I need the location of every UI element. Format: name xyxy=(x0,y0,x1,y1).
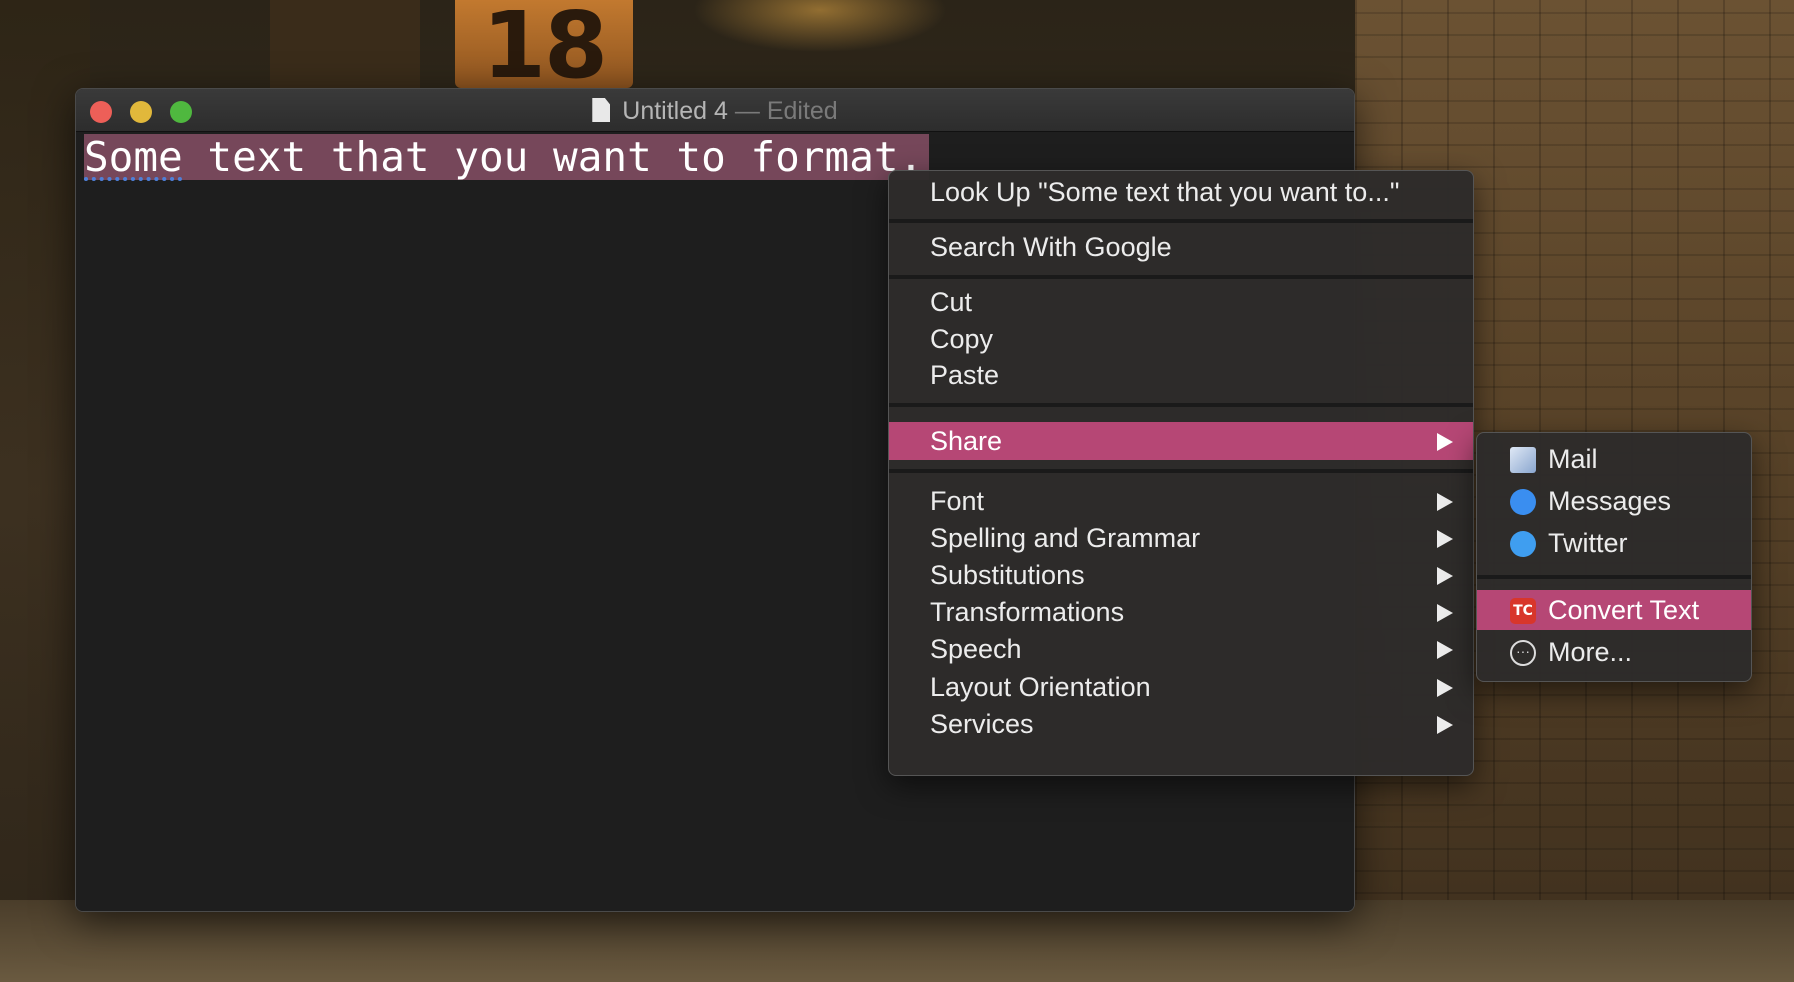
menu-item-speech[interactable]: Speech xyxy=(889,630,1473,668)
share-item-twitter-label: Twitter xyxy=(1548,528,1628,558)
menu-item-substitutions[interactable]: Substitutions xyxy=(889,556,1473,594)
text-rest[interactable]: text that you want to format. xyxy=(183,133,923,181)
messages-icon xyxy=(1510,489,1536,515)
context-menu: Look Up "Some text that you want to..." … xyxy=(888,170,1474,776)
menu-item-spelling-label: Spelling and Grammar xyxy=(930,523,1201,553)
background-sign xyxy=(270,0,420,88)
menu-separator xyxy=(889,403,1473,407)
text-convert-icon: TC xyxy=(1510,598,1536,624)
title-bar[interactable]: Untitled 4 — Edited xyxy=(76,89,1354,132)
background-banner: 18 xyxy=(455,0,633,99)
menu-item-paste[interactable]: Paste xyxy=(889,356,1473,394)
menu-separator xyxy=(889,219,1473,223)
twitter-icon xyxy=(1510,531,1536,557)
document-name: Untitled 4 xyxy=(622,97,728,125)
menu-item-layout-orientation[interactable]: Layout Orientation xyxy=(889,668,1473,706)
menu-item-substitutions-label: Substitutions xyxy=(930,560,1085,590)
menu-item-services[interactable]: Services xyxy=(889,705,1473,743)
selected-text[interactable]: Some text that you want to format. xyxy=(84,133,930,181)
menu-item-share-label: Share xyxy=(930,426,1003,456)
menu-item-font[interactable]: Font xyxy=(889,482,1473,520)
document-icon xyxy=(592,98,611,122)
misspelled-word[interactable]: Some xyxy=(84,133,183,181)
share-item-mail-label: Mail xyxy=(1548,444,1598,474)
menu-item-speech-label: Speech xyxy=(930,634,1022,664)
share-item-convert-label: Convert Text xyxy=(1548,595,1700,625)
share-item-convert-text[interactable]: TC Convert Text xyxy=(1477,590,1751,630)
background-banner-text: 18 xyxy=(481,0,608,99)
menu-item-spelling[interactable]: Spelling and Grammar xyxy=(889,519,1473,557)
submenu-arrow-icon xyxy=(1437,493,1453,511)
menu-item-cut[interactable]: Cut xyxy=(889,283,1473,321)
menu-item-search-google[interactable]: Search With Google xyxy=(889,228,1473,266)
share-item-twitter[interactable]: Twitter xyxy=(1477,523,1751,563)
menu-item-layout-label: Layout Orientation xyxy=(930,672,1151,702)
background-road xyxy=(0,900,1794,982)
share-item-more-label: More... xyxy=(1548,637,1633,667)
submenu-arrow-icon xyxy=(1437,604,1453,622)
menu-item-copy[interactable]: Copy xyxy=(889,320,1473,358)
menu-item-look-up[interactable]: Look Up "Some text that you want to..." xyxy=(889,173,1473,211)
title-separator: — xyxy=(734,97,760,125)
more-icon: ··· xyxy=(1510,640,1536,666)
submenu-arrow-icon xyxy=(1437,530,1453,548)
submenu-arrow-icon xyxy=(1437,433,1453,451)
menu-item-transformations-label: Transformations xyxy=(930,597,1125,627)
submenu-arrow-icon xyxy=(1437,567,1453,585)
menu-separator xyxy=(889,469,1473,473)
menu-item-services-label: Services xyxy=(930,709,1034,739)
mail-icon xyxy=(1510,447,1536,473)
submenu-separator xyxy=(1477,575,1751,579)
menu-separator xyxy=(889,275,1473,279)
submenu-arrow-icon xyxy=(1437,641,1453,659)
submenu-arrow-icon xyxy=(1437,679,1453,697)
share-item-more[interactable]: ··· More... xyxy=(1477,632,1751,672)
menu-item-share[interactable]: Share xyxy=(889,422,1473,460)
edited-status: Edited xyxy=(766,97,838,125)
submenu-arrow-icon xyxy=(1437,716,1453,734)
share-submenu: Mail Messages Twitter TC Convert Text ··… xyxy=(1476,432,1752,682)
share-item-messages-label: Messages xyxy=(1548,486,1672,516)
share-item-mail[interactable]: Mail xyxy=(1477,439,1751,479)
share-item-messages[interactable]: Messages xyxy=(1477,481,1751,521)
window-title: Untitled 4 — Edited xyxy=(76,97,1354,126)
menu-item-font-label: Font xyxy=(930,486,985,516)
menu-item-transformations[interactable]: Transformations xyxy=(889,593,1473,631)
